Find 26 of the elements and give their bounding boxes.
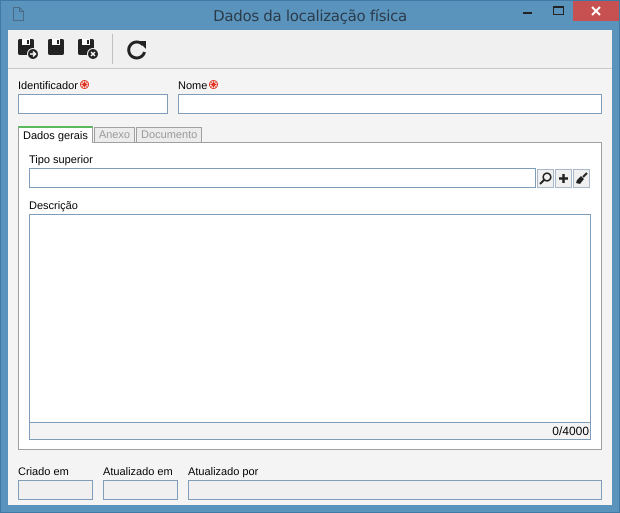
clear-button[interactable] — [573, 168, 590, 188]
maximize-icon — [552, 6, 564, 16]
field-label: Criado em — [18, 466, 69, 478]
input-field[interactable] — [18, 94, 168, 114]
save-and-new-button[interactable] — [16, 37, 40, 61]
field-label: Nome — [178, 80, 208, 92]
character-counter: 0/4000 — [552, 424, 589, 438]
required-icon — [80, 80, 89, 89]
field-label: Identificador — [18, 80, 78, 92]
tab[interactable]: Dados gerais — [18, 126, 93, 143]
field-label: Atualizado por — [188, 466, 258, 478]
save-and-close-button[interactable] — [76, 37, 100, 61]
field-label: Tipo superior — [29, 154, 93, 166]
window-title: Dados da localização física — [213, 6, 407, 24]
field-label: Descrição — [29, 200, 78, 212]
add-button[interactable] — [555, 168, 572, 188]
description-textarea[interactable]: 0/4000 — [29, 214, 591, 440]
input-field[interactable] — [29, 168, 536, 188]
document-icon — [13, 7, 24, 21]
close-icon — [591, 6, 601, 16]
search-button[interactable] — [537, 168, 554, 188]
plus-icon — [558, 172, 569, 184]
field-label: Atualizado em — [103, 466, 173, 478]
close-button[interactable] — [573, 1, 619, 21]
required-icon — [209, 80, 218, 89]
input-field[interactable] — [178, 94, 602, 114]
